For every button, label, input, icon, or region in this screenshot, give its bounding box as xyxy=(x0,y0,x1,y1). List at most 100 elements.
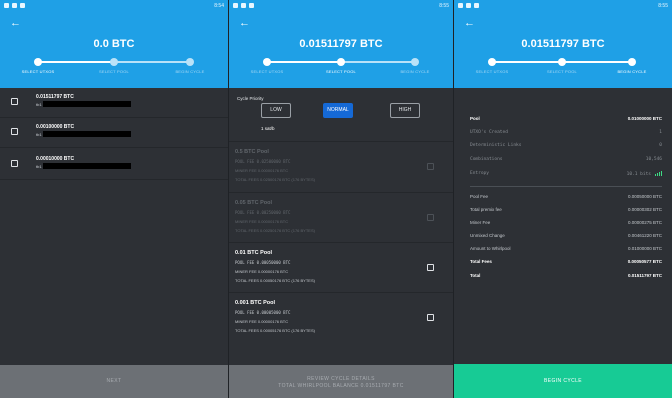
pool-checkbox[interactable] xyxy=(427,314,434,321)
step-label-begin-cycle: BEGIN CYCLE xyxy=(617,69,647,74)
redacted-address xyxy=(43,101,131,107)
notification-icons xyxy=(233,3,254,8)
total-value: 0.01511797 BTC xyxy=(627,273,662,278)
step-label-begin-cycle: BEGIN CYCLE xyxy=(400,69,430,74)
pool-row: Pool 0.01000000 BTC xyxy=(470,116,662,126)
select-pool-screen: 8:55 ← 0.01511797 BTC SELECT UTXOS SELEC… xyxy=(229,0,453,398)
pool-fee: POOL FEE 0.00250000 BTC xyxy=(235,210,291,215)
back-arrow-icon[interactable]: ← xyxy=(239,17,250,29)
step-label-select-pool: SELECT POOL xyxy=(99,69,129,74)
back-arrow-icon[interactable]: ← xyxy=(464,17,475,29)
metric-label: Combinations xyxy=(470,157,503,162)
fee-row: Miner Fee 0.00000275 BTC xyxy=(470,220,662,230)
total-fees: TOTAL FEES 0.02500176 BTC (176 BYTES) xyxy=(235,177,315,182)
metric-value: 1 xyxy=(659,130,662,135)
total-label: Total xyxy=(470,273,481,278)
entropy-value-wrap: 10.1 bits xyxy=(627,171,662,178)
status-bar: 8:54 xyxy=(4,3,224,11)
signal-bars-icon xyxy=(654,171,662,178)
pool-name: 0.001 BTC Pool xyxy=(235,300,276,306)
app-bar: 8:55 ← 0.01511797 BTC SELECT UTXOS SELEC… xyxy=(229,0,453,88)
status-bar: 8:55 xyxy=(233,3,449,11)
fee-value: 0.00000275 BTC xyxy=(627,220,662,225)
step-dot-1 xyxy=(34,58,42,66)
total-fees-value: 0.00050577 BTC xyxy=(627,259,662,264)
fee-value: 0.00000302 BTC xyxy=(627,207,662,212)
metric-value: 0 xyxy=(659,143,662,148)
miner-fee: MINER FEE 0.00000176 BTC xyxy=(235,219,289,224)
utxo-value: 0.01511797 BTC xyxy=(36,94,74,100)
utxo-checkbox[interactable] xyxy=(11,98,18,105)
step-dot-3 xyxy=(628,58,636,66)
step-label-select-utxos: SELECT UTXOS xyxy=(21,69,55,74)
priority-normal-button[interactable]: NORMAL xyxy=(323,103,353,118)
pool-item[interactable]: 0.01 BTC Pool POOL FEE 0.00050000 BTC MI… xyxy=(229,242,453,290)
utxo-address: tb1 xyxy=(36,102,42,107)
utxo-checkbox[interactable] xyxy=(11,160,18,167)
pool-name: 0.01 BTC Pool xyxy=(235,250,272,256)
utxo-checkbox[interactable] xyxy=(11,128,18,135)
priority-high-button[interactable]: HIGH xyxy=(390,103,420,118)
pool-item[interactable]: 0.05 BTC Pool POOL FEE 0.00250000 BTC MI… xyxy=(229,192,453,240)
status-time: 8:54 xyxy=(214,3,224,9)
total-fees-label: Total Fees xyxy=(470,259,492,264)
priority-low-button[interactable]: LOW xyxy=(261,103,291,118)
step-label-select-pool: SELECT POOL xyxy=(326,69,356,74)
selected-amount: 0.01511797 BTC xyxy=(521,38,605,50)
app-bar: 8:54 ← 0.0 BTC SELECT UTXOS SELECT POOL … xyxy=(0,0,228,88)
pool-item[interactable]: 0.5 BTC Pool POOL FEE 0.02500000 BTC MIN… xyxy=(229,141,453,189)
pool-fee: POOL FEE 0.00005000 BTC xyxy=(235,310,291,315)
app-bar: 8:55 ← 0.01511797 BTC SELECT UTXOS SELEC… xyxy=(454,0,672,88)
pool-name: 0.5 BTC Pool xyxy=(235,149,269,155)
divider xyxy=(470,186,662,187)
whirlpool-balance-label: TOTAL WHIRLPOOL BALANCE 0.01511797 BTC xyxy=(278,383,404,389)
fee-label: Amount to Whirlpool xyxy=(470,246,511,251)
notification-icons xyxy=(4,3,25,8)
metric-row: Deterministic Links 0 xyxy=(470,143,662,153)
pool-fee: POOL FEE 0.02500000 BTC xyxy=(235,159,291,164)
pool-checkbox[interactable] xyxy=(427,163,434,170)
redacted-address xyxy=(43,131,131,137)
review-cycle-button[interactable]: REVIEW CYCLE DETAILS TOTAL WHIRLPOOL BAL… xyxy=(229,365,453,398)
utxo-address: tb1 xyxy=(36,164,42,169)
pool-name: 0.05 BTC Pool xyxy=(235,200,272,206)
fee-label: Total premix fee xyxy=(470,207,502,212)
selected-amount: 0.01511797 BTC xyxy=(299,38,383,50)
fee-value: 0.01000000 BTC xyxy=(627,246,662,251)
back-arrow-icon[interactable]: ← xyxy=(10,17,21,29)
fee-rate: 1 sat/b xyxy=(261,126,275,131)
pool-checkbox[interactable] xyxy=(427,214,434,221)
utxo-item[interactable]: 0.01511797 BTC tb1 xyxy=(0,88,228,118)
begin-cycle-button[interactable]: BEGIN CYCLE xyxy=(454,364,672,398)
fee-label: Pool Fee xyxy=(470,194,489,199)
step-label-select-utxos: SELECT UTXOS xyxy=(250,69,284,74)
step-label-select-utxos: SELECT UTXOS xyxy=(475,69,509,74)
step-dot-2 xyxy=(558,58,566,66)
pool-fee: POOL FEE 0.00050000 BTC xyxy=(235,260,291,265)
pool-item[interactable]: 0.001 BTC Pool POOL FEE 0.00005000 BTC M… xyxy=(229,292,453,340)
metric-value: 10.1 bits xyxy=(626,172,651,177)
step-dot-3 xyxy=(186,58,194,66)
pool-checkbox[interactable] xyxy=(427,264,434,271)
metric-row: Entropy 10.1 bits xyxy=(470,171,662,181)
status-time: 8:55 xyxy=(658,3,668,9)
fee-row: Unmixed Change 0.00461220 BTC xyxy=(470,233,662,243)
utxo-item[interactable]: 0.00010000 BTC tb1 xyxy=(0,150,228,180)
fee-row: Amount to Whirlpool 0.01000000 BTC xyxy=(470,246,662,256)
status-bar: 8:55 xyxy=(458,3,668,11)
miner-fee: MINER FEE 0.00000176 BTC xyxy=(235,269,289,274)
pool-label: Pool xyxy=(470,116,480,121)
status-time: 8:55 xyxy=(439,3,449,9)
step-dot-2 xyxy=(110,58,118,66)
utxo-value: 0.00010000 BTC xyxy=(36,156,75,162)
metric-label: UTXO's Created xyxy=(470,130,508,135)
step-dot-3 xyxy=(411,58,419,66)
step-indicator: SELECT UTXOS SELECT POOL BEGIN CYCLE xyxy=(454,58,672,86)
utxo-item[interactable]: 0.00100000 BTC tb1 xyxy=(0,118,228,148)
fee-row: Pool Fee 0.00050000 BTC xyxy=(470,194,662,204)
total-fees-row: Total Fees 0.00050577 BTC xyxy=(470,259,662,269)
fee-label: Unmixed Change xyxy=(470,233,505,238)
next-button[interactable]: NEXT xyxy=(0,365,228,398)
total-fees: TOTAL FEES 0.00050176 BTC (176 BYTES) xyxy=(235,278,315,283)
utxo-address: tb1 xyxy=(36,132,42,137)
